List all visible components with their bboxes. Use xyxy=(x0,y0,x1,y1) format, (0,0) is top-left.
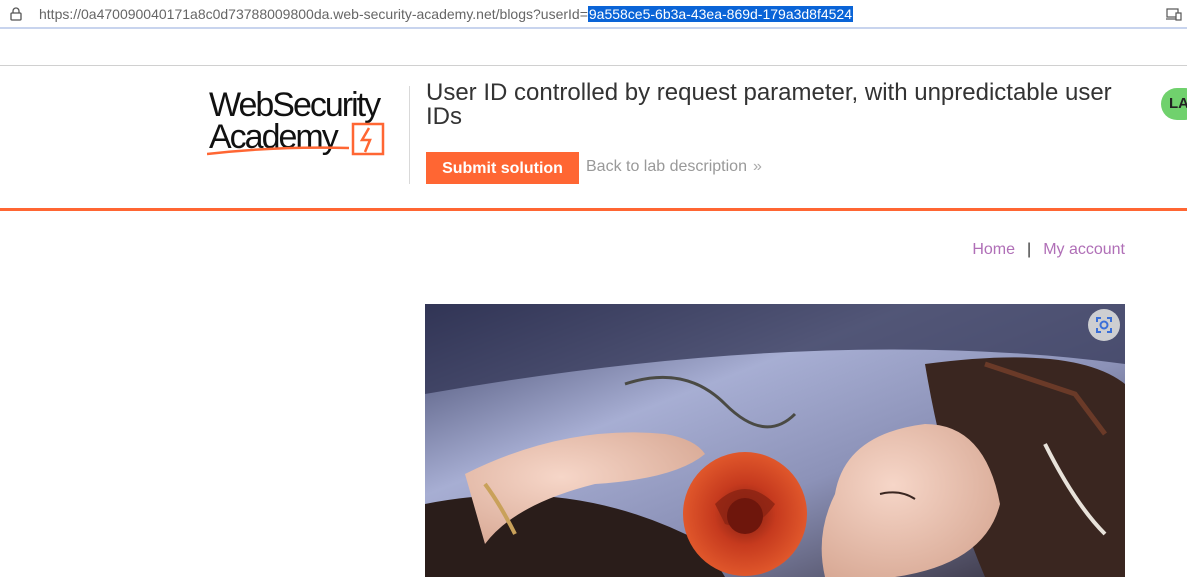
submit-solution-button[interactable]: Submit solution xyxy=(426,152,579,184)
lock-icon xyxy=(10,7,22,21)
header-divider xyxy=(409,86,410,184)
browser-address-bar[interactable]: https://0a470090040171a8c0d73788009800da… xyxy=(0,0,1187,29)
nav-separator: | xyxy=(1027,241,1032,258)
visual-search-icon[interactable] xyxy=(1088,309,1120,341)
url-selected-userid: 9a558ce5-6b3a-43ea-869d-179a3d8f4524 xyxy=(587,6,853,22)
logo-line2: Academy xyxy=(209,118,339,156)
blog-post-image xyxy=(425,304,1125,577)
lab-title: User ID controlled by request parameter,… xyxy=(426,79,1112,130)
double-chevron-right-icon: » xyxy=(752,158,762,175)
web-security-academy-logo[interactable]: WebSecurity Academy xyxy=(207,86,407,161)
lab-header: WebSecurity Academy User ID controlled b… xyxy=(0,66,1187,209)
url-prefix: https://0a470090040171a8c0d73788009800da… xyxy=(39,6,588,22)
woman-with-rose-image xyxy=(425,304,1125,577)
header-accent-line xyxy=(0,208,1187,211)
lab-status-badge: LA xyxy=(1161,88,1187,120)
back-to-lab-description-link[interactable]: Back to lab description » xyxy=(586,158,762,176)
browser-toolbar xyxy=(0,29,1187,66)
site-nav: Home | My account xyxy=(972,241,1125,259)
nav-my-account-link[interactable]: My account xyxy=(1043,241,1125,258)
nav-home-link[interactable]: Home xyxy=(972,241,1015,258)
device-icon[interactable] xyxy=(1166,7,1182,21)
url-text[interactable]: https://0a470090040171a8c0d73788009800da… xyxy=(39,6,853,22)
back-link-label: Back to lab description xyxy=(586,158,747,175)
